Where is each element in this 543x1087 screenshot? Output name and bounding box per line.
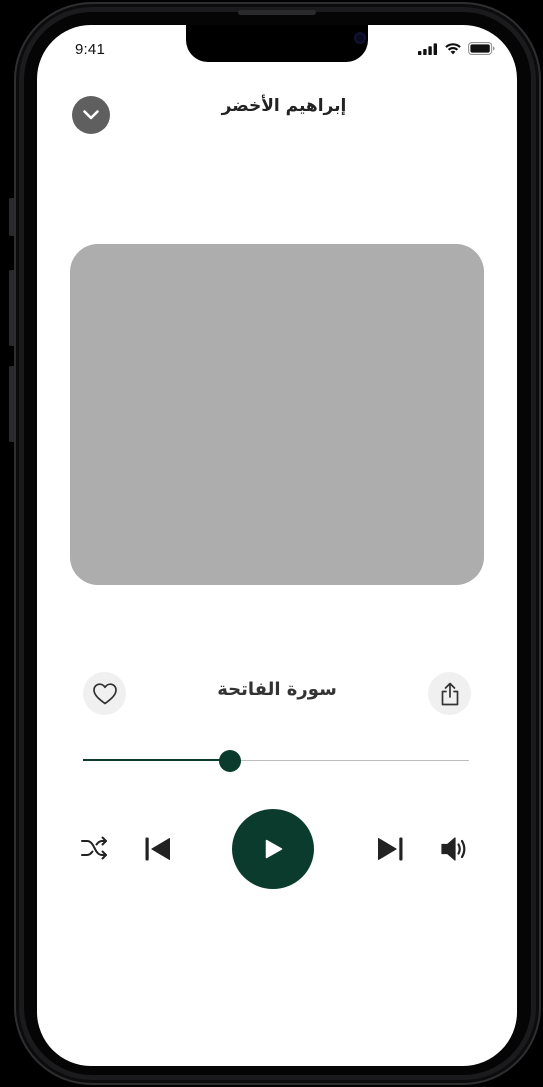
battery-icon <box>468 42 495 55</box>
phone-device: 9:41 إبراهيم الأخضر سورة الفاتحة <box>0 0 543 1087</box>
wifi-icon <box>445 43 461 55</box>
volume-button[interactable] <box>439 834 471 864</box>
volume-up-button <box>9 270 14 346</box>
previous-track-button[interactable] <box>142 834 172 864</box>
album-artwork <box>70 244 484 585</box>
top-speaker <box>238 10 316 15</box>
progress-fill <box>83 759 230 761</box>
skip-previous-icon <box>145 837 170 861</box>
skip-next-icon <box>377 837 402 861</box>
status-time: 9:41 <box>75 41 105 58</box>
share-button[interactable] <box>428 672 471 715</box>
cellular-signal-icon <box>418 42 437 55</box>
notch <box>186 25 368 62</box>
volume-down-button <box>9 366 14 442</box>
play-button[interactable] <box>232 809 314 889</box>
reciter-name: إبراهيم الأخضر <box>221 96 347 116</box>
shuffle-icon <box>81 836 107 860</box>
front-camera <box>354 32 366 44</box>
status-icons <box>418 42 495 55</box>
play-icon <box>265 839 283 859</box>
progress-thumb[interactable] <box>218 750 241 772</box>
player-screen: 9:41 إبراهيم الأخضر سورة الفاتحة <box>37 25 517 1066</box>
next-track-button[interactable] <box>375 834 405 864</box>
volume-icon <box>441 837 466 861</box>
mute-switch <box>9 198 14 236</box>
shuffle-button[interactable] <box>79 833 109 863</box>
playback-progress-slider[interactable] <box>83 750 469 772</box>
share-icon <box>441 682 458 705</box>
